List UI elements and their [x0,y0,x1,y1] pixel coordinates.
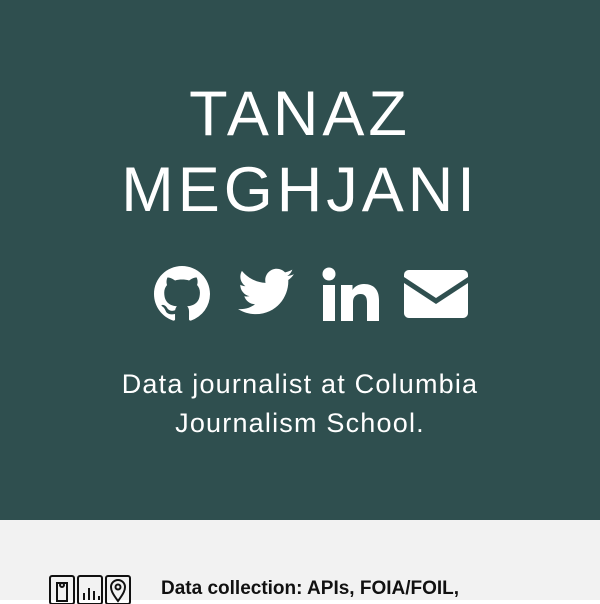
skills-section: Data collection: APIs, FOIA/FOIL, [0,520,600,604]
tagline-line-2: Journalism School. [175,408,425,438]
email-link[interactable] [404,270,468,318]
twitter-link[interactable] [238,268,294,316]
profile-name: TANAZ MEGHJANI [0,76,600,228]
social-links [150,262,470,326]
name-last: MEGHJANI [121,155,479,225]
email-icon [404,270,468,318]
linkedin-link[interactable] [322,267,380,321]
linkedin-icon [322,267,379,321]
twitter-icon [238,268,294,315]
tagline-line-1: Data journalist at Columbia [121,369,479,399]
tagline: Data journalist at Columbia Journalism S… [0,365,600,443]
name-first: TANAZ [189,79,411,149]
github-icon [154,266,210,321]
hero-section: TANAZ MEGHJANI Data journalist at Columb… [0,0,600,520]
skill-item-data-collection: Data collection: APIs, FOIA/FOIL, [161,578,460,599]
github-link[interactable] [154,266,210,322]
